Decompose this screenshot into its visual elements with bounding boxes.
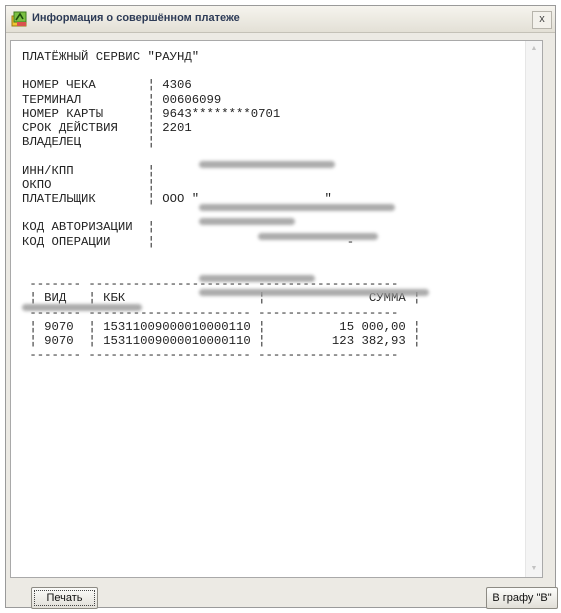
close-button[interactable]: x bbox=[532, 11, 552, 29]
redacted-inn-kpp bbox=[199, 204, 395, 211]
scroll-up-arrow-icon[interactable]: ▲ bbox=[526, 41, 542, 57]
redacted-operation-code-cont bbox=[22, 304, 142, 311]
window-title: Информация о совершённом платеже bbox=[32, 12, 240, 24]
redacted-owner bbox=[199, 161, 335, 168]
redacted-okpo bbox=[199, 218, 295, 225]
to-column-b-button[interactable]: В графу "В" bbox=[486, 587, 558, 609]
redacted-payer-name bbox=[258, 233, 378, 240]
payment-app-icon bbox=[11, 11, 27, 27]
payment-info-window: Информация о совершённом платеже x ПЛАТЁ… bbox=[5, 5, 558, 609]
scroll-down-arrow-icon[interactable]: ▼ bbox=[526, 561, 542, 577]
title-bar: Информация о совершённом платеже x bbox=[6, 6, 555, 33]
redacted-operation-code bbox=[199, 289, 429, 296]
vertical-scrollbar[interactable]: ▲ ▼ bbox=[525, 41, 542, 577]
redacted-auth-code bbox=[199, 275, 315, 282]
print-button[interactable]: Печать bbox=[31, 587, 98, 609]
receipt-textarea[interactable]: ПЛАТЁЖНЫЙ СЕРВИС "РАУНД" НОМЕР ЧЕКА ¦ 43… bbox=[10, 40, 543, 578]
